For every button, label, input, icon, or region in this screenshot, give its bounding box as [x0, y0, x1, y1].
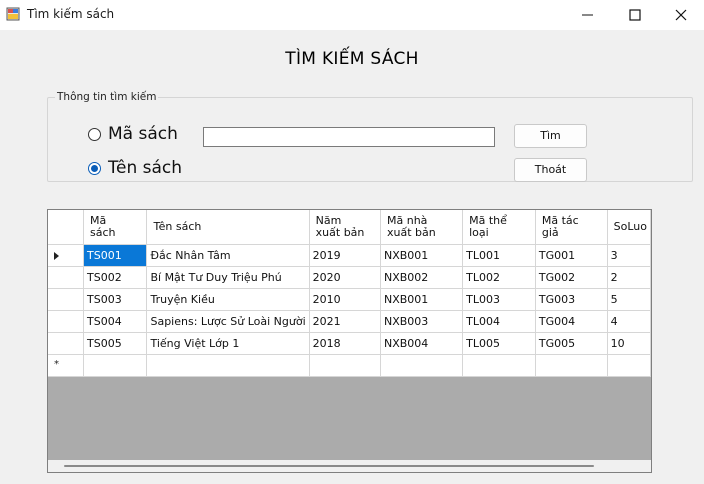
- groupbox-legend: Thông tin tìm kiếm: [55, 91, 159, 103]
- table-cell[interactable]: [380, 354, 464, 377]
- table-cell[interactable]: NXB004: [380, 332, 464, 355]
- table-cell[interactable]: [462, 354, 536, 377]
- new-row[interactable]: *: [48, 354, 651, 377]
- radio-circle-checked[interactable]: [88, 161, 101, 175]
- table-cell[interactable]: TS004: [83, 310, 148, 333]
- title-bar: Tìm kiếm sách: [0, 0, 704, 30]
- column-header-line2: xuất bản: [387, 225, 436, 239]
- row-pointer-icon: [54, 251, 59, 260]
- column-header[interactable]: Năm xuất bản: [309, 210, 382, 245]
- table-row[interactable]: TS001 Đắc Nhân Tâm 2019 NXB001 TL001 TG0…: [48, 244, 651, 267]
- radio-ten-sach-label: Tên sách: [108, 158, 183, 178]
- radio-ma-sach-label: Mã sách: [108, 124, 178, 144]
- row-header[interactable]: [48, 310, 85, 333]
- form-heading: TÌM KIẾM SÁCH: [285, 49, 419, 69]
- table-cell[interactable]: [146, 354, 310, 377]
- table-cell[interactable]: TL005: [462, 332, 536, 355]
- table-cell[interactable]: TL001: [462, 244, 536, 267]
- table-row[interactable]: TS005 Tiếng Việt Lớp 1 2018 NXB004 TL005…: [48, 332, 651, 355]
- table-cell[interactable]: Sapiens: Lược Sử Loài Người: [146, 310, 310, 333]
- table-cell[interactable]: TG002: [535, 266, 608, 289]
- table-cell[interactable]: TL003: [462, 288, 536, 311]
- books-datagrid[interactable]: Mã sách Tên sách Năm xuất bản Mã nhà xuất b…: [47, 209, 652, 473]
- column-header[interactable]: SoLuo: [607, 210, 651, 245]
- table-cell[interactable]: TS002: [83, 266, 148, 289]
- table-cell[interactable]: NXB001: [380, 244, 464, 267]
- header-row: Mã sách Tên sách Năm xuất bản Mã nhà xuất b…: [48, 210, 651, 245]
- table-cell[interactable]: TS005: [83, 332, 148, 355]
- row-header[interactable]: [48, 244, 85, 267]
- corner-header: [48, 210, 85, 245]
- table-row[interactable]: TS003 Truyện Kiều 2010 NXB001 TL003 TG00…: [48, 288, 651, 311]
- column-header[interactable]: Mã nhà xuất bản: [380, 210, 464, 245]
- row-header[interactable]: [48, 266, 85, 289]
- table-cell[interactable]: Truyện Kiều: [146, 288, 310, 311]
- table-cell[interactable]: [309, 354, 382, 377]
- table-cell[interactable]: Đắc Nhân Tâm: [146, 244, 310, 267]
- table-cell[interactable]: TL004: [462, 310, 536, 333]
- column-header[interactable]: Mã sách: [83, 210, 148, 245]
- table-cell[interactable]: 2021: [309, 310, 382, 333]
- table-cell[interactable]: Tiếng Việt Lớp 1: [146, 332, 310, 355]
- column-header-line2: loại: [469, 225, 489, 239]
- table-cell[interactable]: 2010: [309, 288, 382, 311]
- table-cell[interactable]: TG005: [535, 332, 608, 355]
- table-cell[interactable]: 4: [607, 310, 651, 333]
- column-header-line2: xuất bản: [315, 225, 365, 239]
- exit-button[interactable]: Thoát: [514, 158, 587, 182]
- radio-ten-sach[interactable]: Tên sách: [88, 157, 228, 179]
- find-button[interactable]: Tìm: [514, 124, 587, 148]
- column-header-line1: Tên sách: [153, 219, 202, 233]
- table-row[interactable]: TS002 Bí Mật Tư Duy Triệu Phú 2020 NXB00…: [48, 266, 651, 289]
- table-cell[interactable]: 5: [607, 288, 651, 311]
- table-cell[interactable]: 2020: [309, 266, 382, 289]
- column-header[interactable]: Mã tác giả: [535, 210, 608, 245]
- table-cell[interactable]: Bí Mật Tư Duy Triệu Phú: [146, 266, 310, 289]
- table-cell[interactable]: 2: [607, 266, 651, 289]
- table-cell[interactable]: NXB003: [380, 310, 464, 333]
- table-cell[interactable]: [83, 354, 148, 377]
- table-cell[interactable]: TG003: [535, 288, 608, 311]
- column-header[interactable]: Mã thể loại: [462, 210, 536, 245]
- table-row[interactable]: TS004 Sapiens: Lược Sử Loài Người 2021 N…: [48, 310, 651, 333]
- window-title: Tìm kiếm sách: [27, 7, 115, 21]
- books-table: Mã sách Tên sách Năm xuất bản Mã nhà xuất b…: [48, 210, 651, 377]
- table-cell[interactable]: TL002: [462, 266, 536, 289]
- row-header[interactable]: *: [48, 354, 85, 377]
- radio-circle[interactable]: [88, 127, 101, 141]
- table-cell[interactable]: TG004: [535, 310, 608, 333]
- row-header[interactable]: [48, 288, 85, 311]
- table-cell[interactable]: 3: [607, 244, 651, 267]
- new-row-marker: *: [54, 358, 59, 370]
- maximize-icon: [629, 9, 641, 21]
- app-icon: [6, 7, 20, 21]
- table-cell[interactable]: 2018: [309, 332, 382, 355]
- column-header-line2: giả: [541, 225, 559, 239]
- scrollbar-thumb[interactable]: [64, 465, 594, 467]
- close-button[interactable]: [658, 0, 704, 30]
- horizontal-scrollbar[interactable]: [48, 460, 651, 472]
- minimize-button[interactable]: [565, 0, 611, 30]
- search-input[interactable]: [203, 127, 495, 147]
- table-cell[interactable]: TG001: [535, 244, 608, 267]
- close-icon: [675, 9, 687, 21]
- table-cell[interactable]: [607, 354, 651, 377]
- table-cell-selected[interactable]: TS001: [83, 244, 148, 267]
- table-cell[interactable]: NXB001: [380, 288, 464, 311]
- table-cell[interactable]: 10: [607, 332, 651, 355]
- column-header[interactable]: Tên sách: [146, 210, 310, 245]
- minimize-icon: [582, 14, 593, 16]
- column-header-line1: SoLuo: [613, 219, 647, 233]
- maximize-button[interactable]: [612, 0, 658, 30]
- row-header[interactable]: [48, 332, 85, 355]
- table-cell[interactable]: 2019: [309, 244, 382, 267]
- column-header-line2: sách: [90, 225, 116, 239]
- table-cell[interactable]: [535, 354, 608, 377]
- table-cell[interactable]: TS003: [83, 288, 148, 311]
- table-cell[interactable]: NXB002: [380, 266, 464, 289]
